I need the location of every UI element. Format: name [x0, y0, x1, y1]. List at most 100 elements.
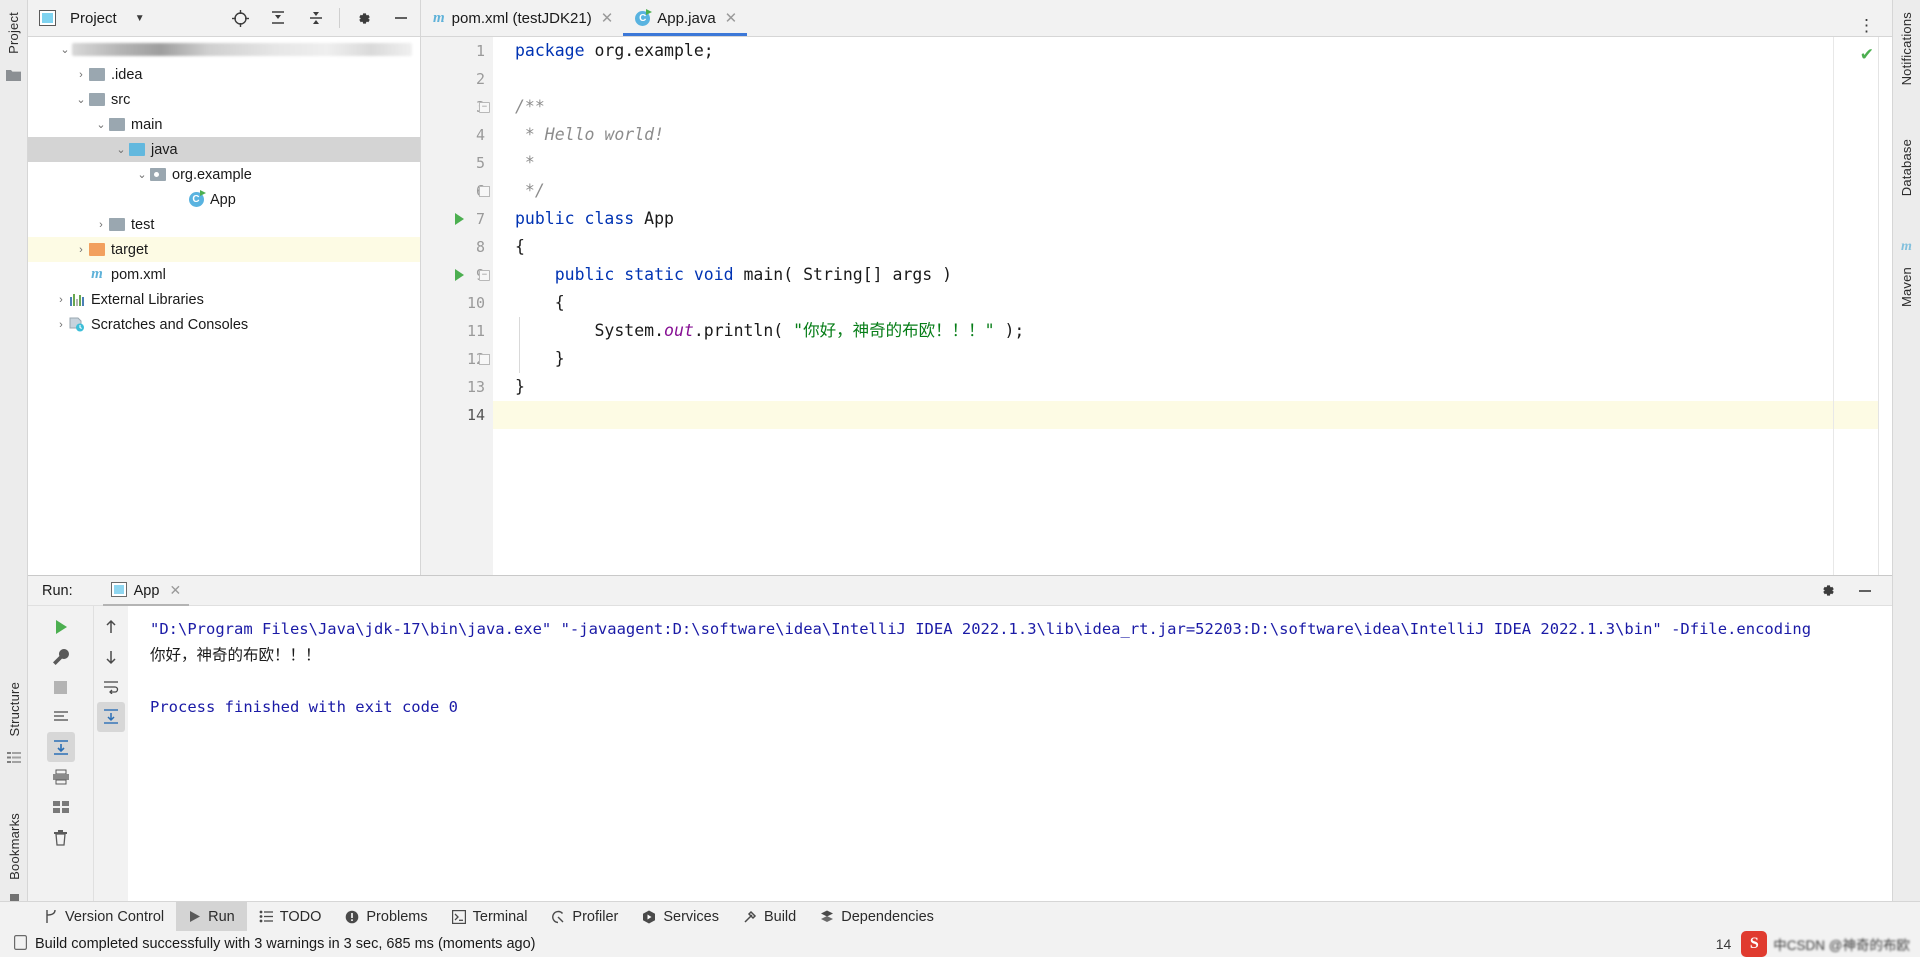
collapse-all-icon[interactable]: [303, 5, 329, 31]
chevron-right-icon[interactable]: ›: [94, 219, 108, 231]
bottom-tab-todo[interactable]: TODO: [247, 902, 334, 932]
close-icon[interactable]: ✕: [725, 9, 738, 27]
run-tab-app[interactable]: App ✕: [102, 576, 190, 606]
rerun-icon[interactable]: [47, 612, 75, 642]
editor-gutter[interactable]: 1 2 − 3 4 5 6 7 8 − 9 10 11: [421, 37, 493, 609]
bottom-tab-run[interactable]: Run: [176, 901, 247, 932]
tree-row-main[interactable]: ⌄ main: [28, 112, 420, 137]
tree-item-label: App: [210, 191, 236, 208]
chevron-down-icon[interactable]: ⌄: [94, 118, 108, 131]
scroll-to-end-icon[interactable]: [46, 732, 75, 762]
tree-row-org-example[interactable]: ⌄ org.example: [28, 162, 420, 187]
sidebar-tab-project[interactable]: Project: [6, 6, 21, 62]
sidebar-tab-notifications[interactable]: Notifications: [1899, 6, 1914, 93]
terminal-icon: [451, 909, 466, 924]
run-console-output[interactable]: "D:\Program Files\Java\jdk-17\bin\java.e…: [128, 606, 1892, 923]
up-arrow-icon[interactable]: [97, 612, 125, 642]
sidebar-tab-database[interactable]: Database: [1899, 133, 1914, 204]
code-token: org.example;: [594, 41, 714, 60]
tree-row-test[interactable]: › test: [28, 212, 420, 237]
chevron-down-icon[interactable]: ⌄: [135, 168, 149, 181]
run-class-icon[interactable]: [455, 213, 464, 225]
bottom-tab-services[interactable]: Services: [630, 902, 731, 932]
line-column-indicator[interactable]: 14: [1716, 936, 1732, 952]
close-icon[interactable]: ✕: [601, 9, 614, 27]
indent-guide: [519, 317, 520, 373]
more-options-icon[interactable]: ⋮: [1850, 16, 1884, 36]
fold-open-icon[interactable]: −: [479, 101, 490, 113]
bottom-tab-dependencies[interactable]: Dependencies: [808, 902, 946, 932]
print-icon[interactable]: [47, 702, 75, 732]
right-strip-maven-group: m Maven: [1899, 231, 1914, 315]
run-method-icon[interactable]: [455, 269, 464, 281]
fold-end-icon[interactable]: [479, 353, 490, 365]
code-line: }: [493, 373, 1892, 401]
tree-row-app[interactable]: › C App: [28, 187, 420, 212]
sidebar-tab-structure[interactable]: Structure: [7, 676, 22, 745]
bottom-tab-label: Run: [208, 908, 235, 925]
sidebar-tab-maven[interactable]: Maven: [1899, 261, 1914, 315]
expand-all-icon[interactable]: [265, 5, 291, 31]
minimize-icon[interactable]: [1852, 578, 1878, 604]
editor-tab-app-java[interactable]: C App.java ✕: [623, 0, 748, 36]
gutter-line-run-main[interactable]: − 9: [421, 261, 493, 289]
tree-row-pom[interactable]: › m pom.xml: [28, 262, 420, 287]
gear-icon[interactable]: [350, 5, 376, 31]
editor-scrollbar[interactable]: [1878, 37, 1892, 609]
fold-end-icon[interactable]: [479, 185, 490, 197]
run-panel-header: Run: App ✕: [28, 576, 1892, 606]
tree-row-idea[interactable]: › .idea: [28, 62, 420, 87]
chevron-down-icon[interactable]: ⌄: [58, 43, 72, 56]
stop-icon[interactable]: [47, 672, 75, 702]
code-editor[interactable]: 1 2 − 3 4 5 6 7 8 − 9 10 11: [421, 36, 1892, 609]
chevron-right-icon[interactable]: ›: [54, 319, 68, 331]
down-arrow-icon[interactable]: [97, 642, 125, 672]
services-icon: [642, 910, 656, 924]
libraries-icon: [68, 292, 86, 308]
soft-wrap-icon[interactable]: [97, 672, 125, 702]
code-line: }: [493, 345, 1892, 373]
project-view-icon[interactable]: [38, 10, 56, 26]
chevron-right-icon[interactable]: ›: [74, 69, 88, 81]
trash-icon[interactable]: [47, 822, 75, 852]
bottom-tab-version-control[interactable]: Version Control: [32, 902, 176, 932]
chevron-down-icon[interactable]: ⌄: [114, 143, 128, 156]
close-icon[interactable]: ✕: [169, 582, 181, 599]
scroll-end-toggle-icon[interactable]: [97, 702, 125, 732]
bottom-tab-problems[interactable]: Problems: [333, 902, 439, 932]
project-folder-icon[interactable]: [6, 68, 21, 84]
fold-open-icon[interactable]: −: [479, 269, 490, 281]
layout-icon[interactable]: [47, 792, 75, 822]
bottom-tab-profiler[interactable]: Profiler: [539, 902, 630, 932]
tree-row[interactable]: ⌄: [28, 37, 420, 62]
locate-icon[interactable]: [227, 5, 253, 31]
code-area[interactable]: package org.example; /** * Hello world! …: [493, 37, 1892, 609]
project-tree-panel[interactable]: ⌄ › .idea ⌄ src ⌄ main ⌄ java ⌄ org.exam…: [28, 36, 421, 609]
bottom-tab-terminal[interactable]: Terminal: [440, 902, 540, 932]
gear-icon[interactable]: [1814, 578, 1840, 604]
tree-row-java[interactable]: ⌄ java: [28, 137, 420, 162]
code-line: {: [493, 289, 1892, 317]
folder-source-icon: [128, 142, 146, 158]
chevron-right-icon[interactable]: ›: [54, 294, 68, 306]
wrench-icon[interactable]: [47, 642, 75, 672]
maven-icon[interactable]: m: [1901, 237, 1912, 255]
chevron-down-icon[interactable]: ▼: [135, 13, 145, 24]
gutter-line-run-class[interactable]: 7: [421, 205, 493, 233]
inspection-ok-icon[interactable]: ✔: [1860, 45, 1874, 65]
tree-row-src[interactable]: ⌄ src: [28, 87, 420, 112]
printer-icon[interactable]: [47, 762, 75, 792]
minimize-icon[interactable]: [388, 5, 414, 31]
code-token: public class: [515, 209, 645, 228]
structure-icon[interactable]: [7, 751, 21, 767]
chevron-down-icon[interactable]: ⌄: [74, 93, 88, 106]
tree-row-target[interactable]: › target: [28, 237, 420, 262]
tree-row-scratches[interactable]: › Scratches and Consoles: [28, 312, 420, 337]
chevron-right-icon[interactable]: ›: [74, 244, 88, 256]
editor-tab-pom[interactable]: m pom.xml (testJDK21) ✕: [421, 0, 623, 36]
profiler-icon: [551, 910, 565, 924]
sidebar-tab-bookmarks[interactable]: Bookmarks: [7, 807, 22, 888]
bottom-tab-build[interactable]: Build: [731, 902, 808, 932]
tree-row-external-libraries[interactable]: › External Libraries: [28, 287, 420, 312]
